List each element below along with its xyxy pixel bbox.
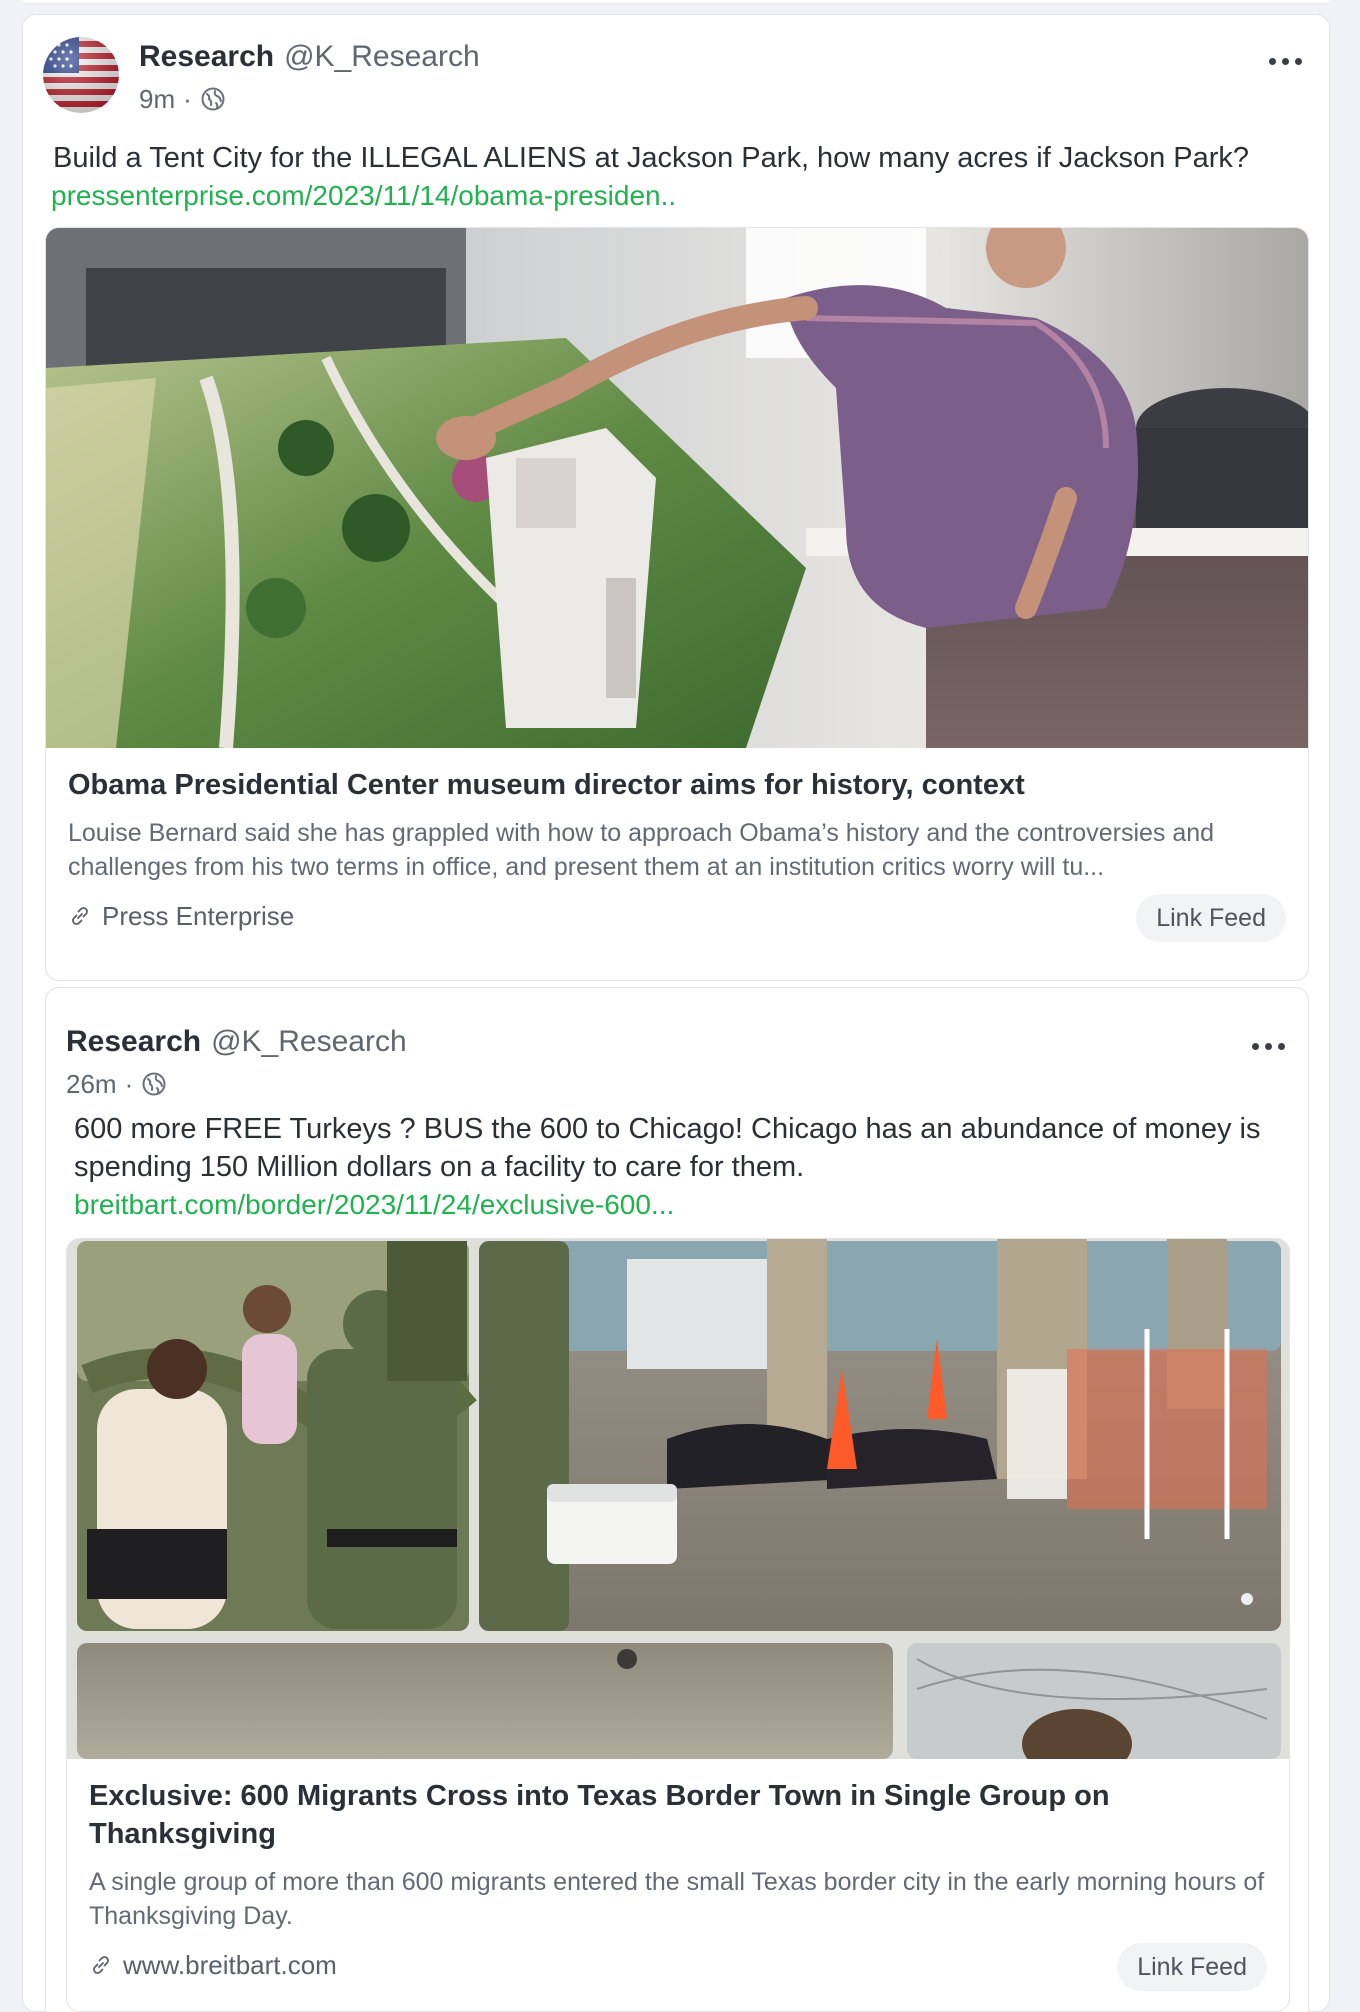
post-meta: 9m · bbox=[139, 81, 226, 117]
preview-image bbox=[46, 228, 1308, 748]
nested-source-label: www.breitbart.com bbox=[123, 1950, 337, 1980]
preview-description: Louise Bernard said she has grappled wit… bbox=[68, 819, 1215, 881]
post-text: Build a Tent City for the ILLEGAL ALIENS… bbox=[53, 142, 1250, 174]
author-line: Research @K_Research bbox=[139, 37, 480, 77]
nested-author-name[interactable]: Research bbox=[66, 1025, 201, 1058]
nested-post-card: Research @K_Research 26m · 600 more FREE … bbox=[45, 987, 1309, 2012]
feed-page: Research @K_Research 9m · Build a Tent Ci… bbox=[0, 0, 1360, 2012]
nested-preview-image bbox=[67, 1239, 1289, 1759]
link-icon bbox=[93, 1956, 109, 1974]
post-card: Research @K_Research 9m · Build a Tent Ci… bbox=[22, 14, 1330, 2012]
nested-more-options-icon[interactable] bbox=[1246, 1036, 1290, 1056]
nested-post-meta: 26m · bbox=[66, 1066, 167, 1102]
nested-post-text: 600 more FREE Turkeys ? BUS the 600 to C… bbox=[74, 1113, 1261, 1183]
us-flag-avatar[interactable] bbox=[43, 37, 119, 113]
preview-title[interactable]: Obama Presidential Center museum directo… bbox=[68, 766, 1288, 804]
nested-post-time[interactable]: 26m bbox=[66, 1066, 117, 1102]
nested-preview-title[interactable]: Exclusive: 600 Migrants Cross into Texas… bbox=[89, 1777, 1269, 1853]
link-feed-button[interactable]: Link Feed bbox=[1136, 894, 1286, 942]
nested-author-handle[interactable]: @K_Research bbox=[211, 1025, 407, 1058]
link-icon bbox=[72, 907, 88, 925]
nested-meta-separator: · bbox=[124, 1069, 134, 1099]
author-handle[interactable]: @K_Research bbox=[284, 40, 480, 73]
meta-separator: · bbox=[183, 84, 192, 114]
nested-preview-source[interactable]: www.breitbart.com bbox=[89, 1947, 337, 1983]
author-name[interactable]: Research bbox=[139, 40, 274, 73]
source-label: Press Enterprise bbox=[102, 901, 295, 931]
preview-source[interactable]: Press Enterprise bbox=[68, 898, 294, 934]
more-options-icon[interactable] bbox=[1263, 51, 1307, 71]
nested-link-feed-button[interactable]: Link Feed bbox=[1117, 1943, 1267, 1991]
post-time[interactable]: 9m bbox=[139, 81, 175, 117]
previous-card-edge bbox=[22, 0, 1330, 4]
link-preview-card[interactable]: Obama Presidential Center museum directo… bbox=[45, 227, 1309, 981]
post-link[interactable]: pressenterprise.com/2023/11/14/obama-pre… bbox=[51, 177, 676, 215]
globe-icon bbox=[201, 87, 225, 111]
globe-icon bbox=[142, 1072, 166, 1096]
nested-post-link[interactable]: breitbart.com/border/2023/11/24/exclusiv… bbox=[74, 1186, 674, 1224]
nested-author-line: Research @K_Research bbox=[66, 1022, 407, 1062]
nested-link-preview-card[interactable]: Exclusive: 600 Migrants Cross into Texas… bbox=[66, 1238, 1290, 2012]
nested-preview-description: A single group of more than 600 migrants… bbox=[89, 1868, 1265, 1930]
